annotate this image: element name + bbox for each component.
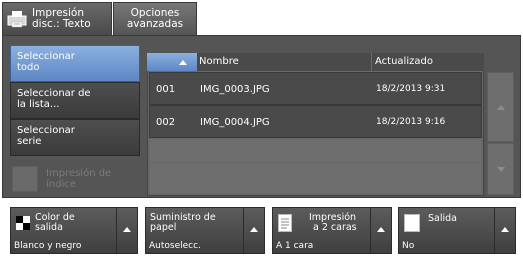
- output-color-button[interactable]: Color de salida Blanco y negro: [10, 207, 138, 254]
- row-updated: 18/2/2013 9:16: [376, 117, 446, 127]
- output-button[interactable]: Salida No: [398, 207, 516, 254]
- chevron-up-icon: [123, 227, 131, 232]
- duplex-value: A 1 cara: [276, 241, 314, 251]
- row-number: 001: [156, 84, 176, 95]
- select-all-button[interactable]: Seleccionar todo: [10, 45, 140, 82]
- output-label: Salida: [428, 213, 457, 224]
- document-icon: [278, 214, 292, 232]
- row-number: 002: [156, 117, 176, 128]
- select-series-button[interactable]: Seleccionar serie: [10, 119, 140, 156]
- paper-supply-button[interactable]: Suministro de papel Autoselecc.: [145, 207, 265, 254]
- printer-icon: [6, 9, 28, 29]
- chevron-up-icon: [377, 227, 385, 232]
- scroll-down-button[interactable]: [487, 143, 514, 195]
- select-from-list-label-2: la lista...: [17, 99, 60, 110]
- output-color-value: Blanco y negro: [14, 241, 82, 251]
- list-header: Nombre Actualizado: [147, 53, 484, 71]
- row-updated: 18/2/2013 9:31: [376, 84, 446, 94]
- sort-toggle-button[interactable]: [147, 53, 197, 71]
- select-series-label-2: serie: [17, 136, 42, 147]
- blank-page-icon: [404, 214, 420, 232]
- paper-supply-value: Autoselecc.: [149, 241, 201, 251]
- screen: Impresión disc.: Texto Opciones avanzada…: [0, 0, 523, 256]
- select-from-list-button[interactable]: Seleccionar de la lista...: [10, 82, 140, 119]
- tab-advanced-options[interactable]: Opciones avanzadas: [113, 2, 197, 35]
- chevron-up-icon: [501, 227, 509, 232]
- select-all-label-2: todo: [17, 62, 40, 73]
- column-header-updated[interactable]: Actualizado: [375, 56, 433, 67]
- output-color-label-2: salida: [35, 222, 63, 233]
- column-header-name[interactable]: Nombre: [199, 56, 239, 67]
- index-print-label-1: Impresión de: [46, 168, 112, 179]
- row-filename: IMG_0004.JPG: [200, 117, 270, 128]
- select-series-label-1: Seleccionar: [17, 125, 75, 136]
- duplex-print-button[interactable]: Impresión a 2 caras A 1 cara: [272, 207, 392, 254]
- tab-label-line2: disc.: Texto: [32, 18, 91, 30]
- arrow-down-icon: [496, 166, 505, 172]
- table-row[interactable]: 002 IMG_0004.JPG 18/2/2013 9:16: [149, 105, 482, 138]
- table-row[interactable]: 001 IMG_0003.JPG 18/2/2013 9:31: [149, 72, 482, 105]
- row-filename: IMG_0003.JPG: [200, 84, 270, 95]
- index-print-checkbox[interactable]: Impresión de índice: [10, 165, 140, 193]
- index-print-label-2: índice: [46, 179, 76, 190]
- output-value: No: [402, 241, 415, 251]
- paper-supply-label-2: papel: [150, 222, 177, 233]
- select-all-label-1: Seleccionar: [17, 51, 75, 62]
- duplex-label-2: a 2 caras: [313, 222, 357, 233]
- tab-text-print[interactable]: Impresión disc.: Texto: [2, 2, 112, 35]
- chevron-up-icon: [250, 227, 258, 232]
- tab-label-line2: avanzadas: [126, 18, 184, 30]
- scroll-up-button[interactable]: [487, 72, 514, 142]
- bw-color-icon: [16, 216, 30, 230]
- column-divider: [371, 53, 372, 71]
- arrow-up-icon: [496, 104, 505, 110]
- empty-row: [149, 162, 482, 195]
- select-from-list-label-1: Seleccionar de: [17, 88, 91, 99]
- checkbox-box: [12, 166, 38, 192]
- sort-ascending-icon: [179, 59, 187, 65]
